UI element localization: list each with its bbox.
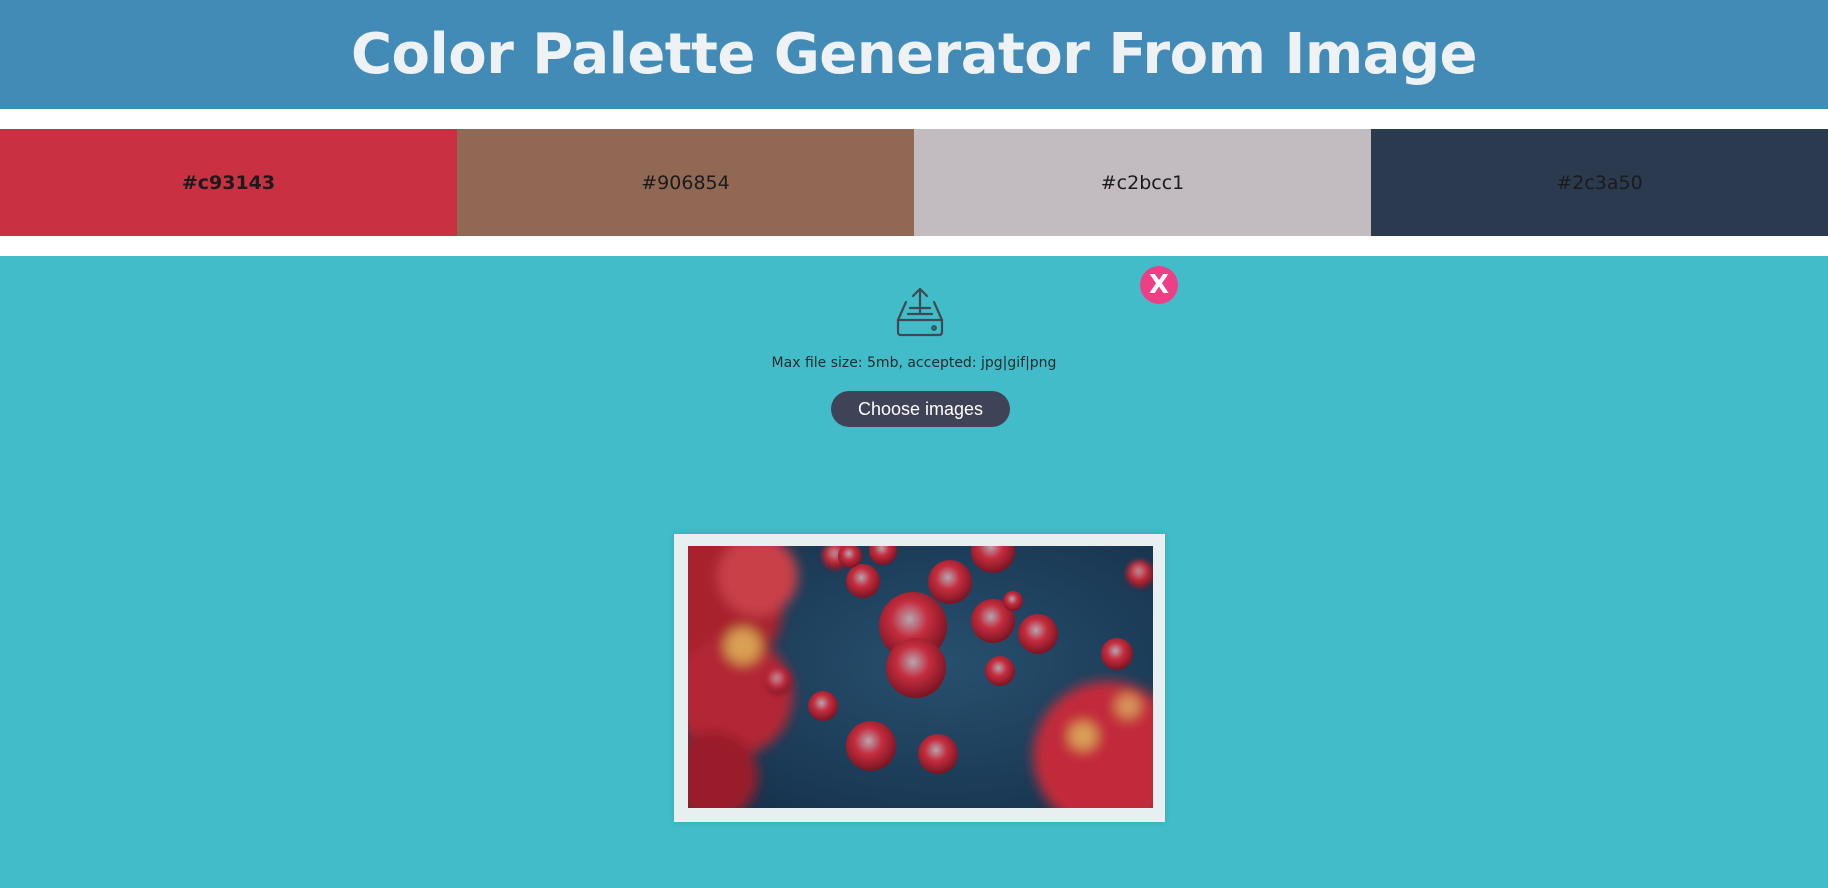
swatch-hex-label: #c93143	[181, 171, 276, 194]
color-palette: #c93143 #906854 #c2bcc1 #2c3a50	[0, 129, 1828, 236]
palette-swatch-1[interactable]: #c93143	[0, 129, 457, 236]
palette-swatch-4[interactable]: #2c3a50	[1371, 129, 1828, 236]
file-size-hint: Max file size: 5mb, accepted: jpg|gif|pn…	[771, 355, 1057, 371]
page-title: Color Palette Generator From Image	[350, 22, 1478, 87]
choose-images-button[interactable]: Choose images	[831, 391, 1010, 427]
remove-image-button[interactable]: X	[1140, 266, 1178, 304]
swatch-hex-label: #906854	[641, 171, 730, 194]
upload-tray-icon[interactable]	[893, 286, 947, 340]
upload-dropzone[interactable]: Max file size: 5mb, accepted: jpg|gif|pn…	[0, 256, 1828, 888]
swatch-hex-label: #2c3a50	[1556, 171, 1643, 194]
image-preview-card	[674, 534, 1165, 822]
palette-swatch-2[interactable]: #906854	[457, 129, 914, 236]
uploaded-image-preview	[688, 546, 1153, 808]
page-header: Color Palette Generator From Image	[0, 0, 1828, 109]
swatch-hex-label: #c2bcc1	[1100, 171, 1185, 194]
palette-swatch-3[interactable]: #c2bcc1	[914, 129, 1371, 236]
